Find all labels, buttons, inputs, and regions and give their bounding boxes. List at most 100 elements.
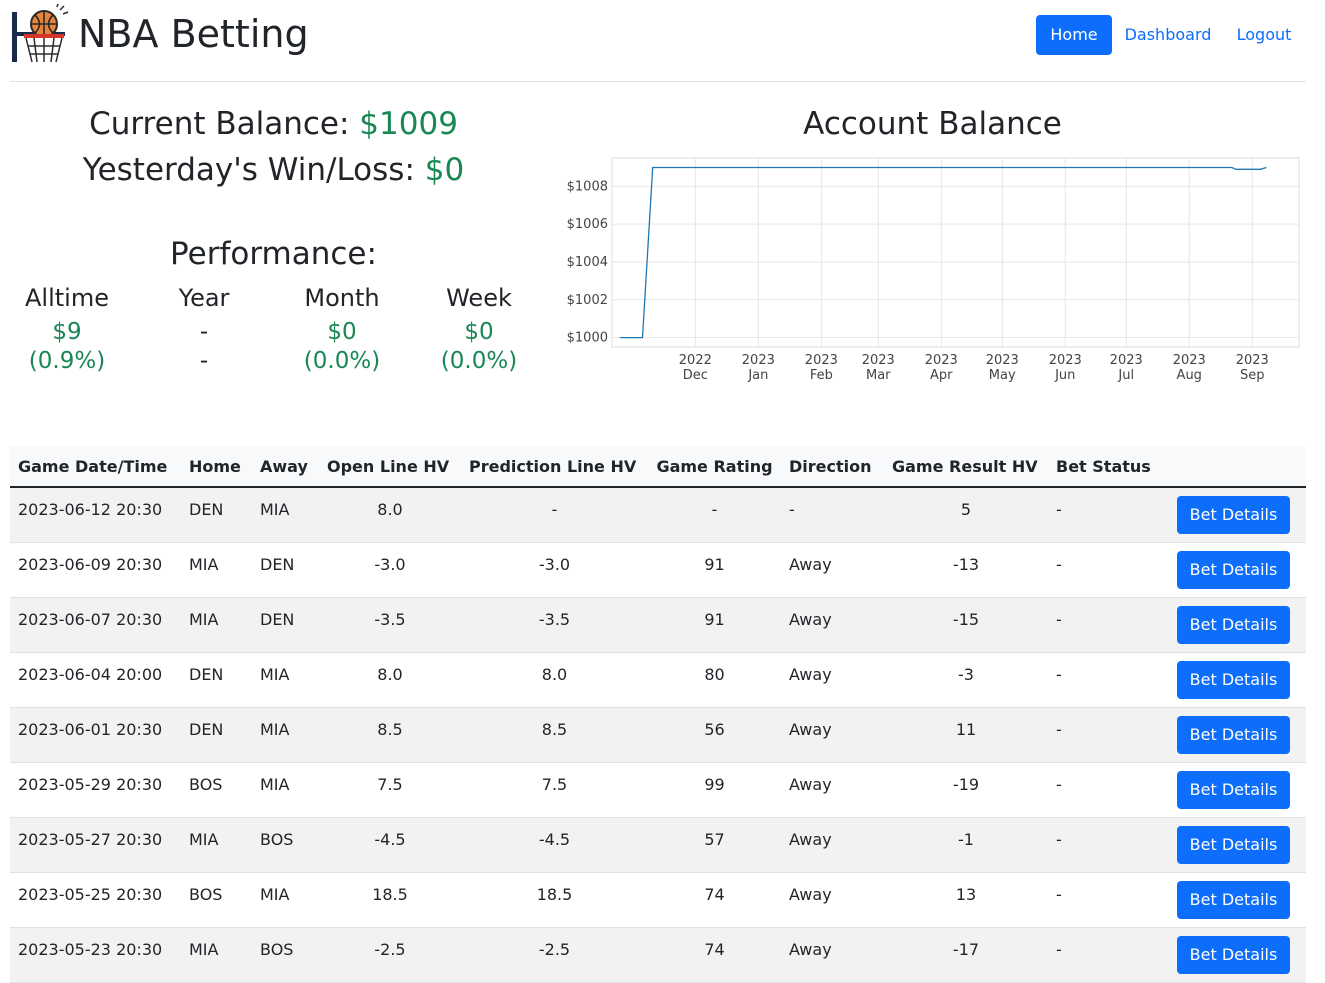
cell-direction-text: Away xyxy=(789,610,832,629)
bet-details-button[interactable]: Bet Details xyxy=(1176,826,1291,864)
header-direction[interactable]: Direction xyxy=(781,446,884,488)
cell-prediction-line: 7.5 xyxy=(461,762,648,818)
cell-direction-text: Away xyxy=(789,830,832,849)
cell-game-result: -15 xyxy=(884,597,1048,653)
chart-xtick-month: May xyxy=(989,368,1016,383)
brand-title[interactable]: NBA Betting xyxy=(78,10,309,58)
header-open-line[interactable]: Open Line HV xyxy=(319,446,461,488)
header-game-rating[interactable]: Game Rating xyxy=(648,446,781,488)
cell-away-text: MIA xyxy=(260,500,290,519)
cell-away-text: MIA xyxy=(260,665,290,684)
cell-actions: Bet Details xyxy=(1161,872,1306,928)
table-row: 2023-06-01 20:30 DEN MIA 8.5 8.5 56 Away 11 - Bet… xyxy=(10,707,1306,763)
cell-direction-text: Away xyxy=(789,885,832,904)
yesterday-win-loss: Yesterday's Win/Loss: $0 xyxy=(10,152,537,188)
cell-game-date: 2023-06-07 20:30 xyxy=(10,597,181,653)
bet-details-button[interactable]: Bet Details xyxy=(1176,936,1291,974)
cell-game-result: -3 xyxy=(884,652,1048,708)
table-row: 2023-05-27 20:30 MIA BOS -4.5 -4.5 57 Away -1 - B… xyxy=(10,817,1306,873)
cell-game-date-text: 2023-06-07 20:30 xyxy=(18,610,163,629)
bet-details-button[interactable]: Bet Details xyxy=(1176,496,1291,534)
chart-ytick-label: $1008 xyxy=(567,179,608,194)
nav-dashboard-link[interactable]: Dashboard xyxy=(1118,15,1218,55)
cell-prediction-line: -3.0 xyxy=(461,542,648,598)
cell-game-date-text: 2023-05-29 20:30 xyxy=(18,775,163,794)
header-away[interactable]: Away xyxy=(252,446,319,488)
cell-away: MIA xyxy=(252,707,319,763)
chart-xtick-year: 2023 xyxy=(862,353,895,368)
cell-direction-text: Away xyxy=(789,775,832,794)
cell-game-result: 5 xyxy=(884,487,1048,543)
performance-label: Alltime xyxy=(25,284,109,312)
cell-game-rating: 56 xyxy=(648,707,781,763)
chart-title: Account Balance xyxy=(803,106,1062,142)
cell-game-result-text: -17 xyxy=(952,940,980,959)
bet-details-button[interactable]: Bet Details xyxy=(1176,661,1291,699)
cell-open-line: -3.0 xyxy=(319,542,461,598)
cell-open-line: -4.5 xyxy=(319,817,461,873)
chart-xtick-year: 2023 xyxy=(986,353,1019,368)
cell-prediction-line: -4.5 xyxy=(461,817,648,873)
chart-xtick-month: Dec xyxy=(683,368,708,383)
cell-game-date-text: 2023-06-01 20:30 xyxy=(18,720,163,739)
cell-prediction-line-text: -3.0 xyxy=(538,555,571,574)
cell-prediction-line: 8.5 xyxy=(461,707,648,763)
cell-open-line-text: 8.5 xyxy=(377,720,403,739)
cell-direction-text: Away xyxy=(789,720,832,739)
header-bet-status[interactable]: Bet Status xyxy=(1048,446,1161,488)
cell-bet-status-text: - xyxy=(1056,500,1062,519)
cell-game-date-text: 2023-06-12 20:30 xyxy=(18,500,163,519)
cell-prediction-line-text: -3.5 xyxy=(538,610,571,629)
cell-home: DEN xyxy=(181,707,252,763)
cell-open-line-text: -3.5 xyxy=(374,610,406,629)
cell-open-line-text: 7.5 xyxy=(377,775,403,794)
cell-game-date: 2023-05-23 20:30 xyxy=(10,927,181,983)
cell-away-text: DEN xyxy=(260,610,295,629)
cell-direction: Away xyxy=(781,817,884,873)
nav-logout-link[interactable]: Logout xyxy=(1228,15,1300,55)
cell-game-result-text: -1 xyxy=(958,830,974,849)
cell-prediction-line-text: - xyxy=(551,500,558,519)
chart-xtick-month: Mar xyxy=(866,368,891,383)
cell-game-date: 2023-06-04 20:00 xyxy=(10,652,181,708)
bet-details-button[interactable]: Bet Details xyxy=(1176,771,1291,809)
cell-home-text: DEN xyxy=(189,665,224,684)
header-prediction-line[interactable]: Prediction Line HV xyxy=(461,446,648,488)
cell-home-text: DEN xyxy=(189,500,224,519)
cell-game-date-text: 2023-06-09 20:30 xyxy=(18,555,163,574)
cell-open-line: -2.5 xyxy=(319,927,461,983)
cell-direction: Away xyxy=(781,762,884,818)
performance-title: Performance: xyxy=(170,236,377,272)
table-body: 2023-06-12 20:30 DEN MIA 8.0 - - - 5 - Bet Detail… xyxy=(10,487,1306,983)
current-balance-label: Current Balance: xyxy=(89,106,350,142)
cell-game-rating-text: 74 xyxy=(704,940,725,959)
performance-alltime: Alltime $9 (0.9%) xyxy=(7,284,127,376)
bet-details-button[interactable]: Bet Details xyxy=(1176,606,1291,644)
bet-details-button[interactable]: Bet Details xyxy=(1176,716,1291,754)
bet-details-button[interactable]: Bet Details xyxy=(1176,881,1291,919)
cell-bet-status-text: - xyxy=(1056,830,1062,849)
header-game-result[interactable]: Game Result HV xyxy=(884,446,1048,488)
chart-xtick-year: 2022 xyxy=(679,353,712,368)
cell-game-rating: 57 xyxy=(648,817,781,873)
chart-ytick-label: $1006 xyxy=(567,217,608,232)
account-balance-chart[interactable]: $1000$1002$1004$1006$10082022Dec2023Jan2… xyxy=(560,150,1305,390)
cell-game-result: 13 xyxy=(884,872,1048,928)
basketball-hoop-logo-icon[interactable] xyxy=(10,4,70,64)
bet-details-button[interactable]: Bet Details xyxy=(1176,551,1291,589)
cell-prediction-line-text: 8.5 xyxy=(541,720,568,739)
cell-open-line: 7.5 xyxy=(319,762,461,818)
cell-game-date: 2023-05-25 20:30 xyxy=(10,872,181,928)
cell-game-rating: 99 xyxy=(648,762,781,818)
header-actions xyxy=(1161,446,1306,488)
nav-home-button[interactable]: Home xyxy=(1036,15,1112,55)
cell-open-line-text: -2.5 xyxy=(374,940,406,959)
cell-bet-status: - xyxy=(1048,817,1161,873)
cell-game-date: 2023-05-27 20:30 xyxy=(10,817,181,873)
cell-away-text: DEN xyxy=(260,555,295,574)
cell-actions: Bet Details xyxy=(1161,817,1306,873)
performance-label: Month xyxy=(304,284,380,312)
header-home[interactable]: Home xyxy=(181,446,252,488)
header-game-date[interactable]: Game Date/Time xyxy=(10,446,181,488)
cell-away-text: MIA xyxy=(260,885,290,904)
